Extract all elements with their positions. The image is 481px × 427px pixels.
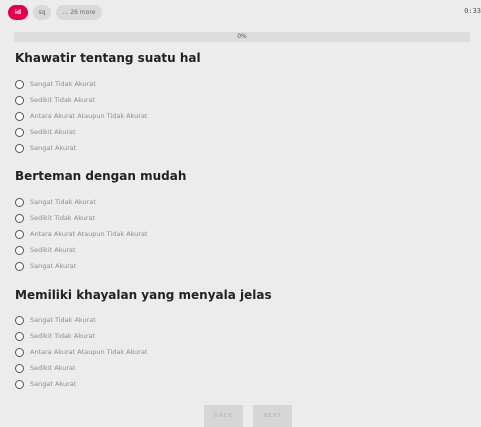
timer: 0:33 [464,7,481,15]
radio-button[interactable] [15,127,24,137]
option-label: Sangat Akurat [30,262,77,270]
option-label: Sedikit Tidak Akurat [30,214,96,222]
language-pill-id[interactable]: id [8,5,28,20]
option-label: Sedikit Akurat [30,246,76,254]
progress-bar: 0% [14,32,470,42]
question-title-3: Memiliki khayalan yang menyala jelas [15,288,272,302]
progress-label: 0% [237,33,247,40]
radio-button[interactable] [15,261,24,271]
language-pill-sq[interactable]: sq [33,5,51,20]
option-label: Sangat Akurat [30,144,77,152]
q2-option-5[interactable]: Sangat Akurat [15,260,76,272]
q2-option-2[interactable]: Sedikit Tidak Akurat [15,212,95,224]
question-title-2: Berteman dengan mudah [15,169,187,183]
back-button[interactable]: BACK [204,405,243,427]
q1-option-2[interactable]: Sedikit Tidak Akurat [15,94,95,106]
radio-button[interactable] [15,79,24,89]
option-label: Sedikit Tidak Akurat [30,332,96,340]
radio-button[interactable] [15,331,24,341]
option-label: Sangat Tidak Akurat [30,316,96,324]
radio-button[interactable] [15,95,24,105]
radio-button[interactable] [15,229,24,239]
option-label: Antara Akurat Ataupun Tidak Akurat [30,348,148,356]
q3-option-5[interactable]: Sangat Akurat [15,378,76,390]
radio-button[interactable] [15,111,24,121]
q1-option-1[interactable]: Sangat Tidak Akurat [15,78,96,90]
option-label: Antara Akurat Ataupun Tidak Akurat [30,112,148,120]
radio-button[interactable] [15,363,24,373]
top-bar: id sq ... 26 more 0:33 [0,0,481,26]
next-button[interactable]: NEXT [253,405,292,427]
radio-button[interactable] [15,379,24,389]
q3-option-4[interactable]: Sedikit Akurat [15,362,76,374]
q1-option-3[interactable]: Antara Akurat Ataupun Tidak Akurat [15,110,148,122]
option-label: Sangat Tidak Akurat [30,198,96,206]
option-label: Sedikit Akurat [30,128,76,136]
q2-option-4[interactable]: Sedikit Akurat [15,244,76,256]
radio-button[interactable] [15,143,24,153]
radio-button[interactable] [15,347,24,357]
q2-option-3[interactable]: Antara Akurat Ataupun Tidak Akurat [15,228,148,240]
option-label: Sangat Akurat [30,380,77,388]
radio-button[interactable] [15,315,24,325]
option-label: Sedikit Tidak Akurat [30,96,96,104]
q1-option-4[interactable]: Sedikit Akurat [15,126,76,138]
question-title-1: Khawatir tentang suatu hal [15,51,201,65]
q2-option-1[interactable]: Sangat Tidak Akurat [15,196,96,208]
q1-option-5[interactable]: Sangat Akurat [15,142,76,154]
radio-button[interactable] [15,213,24,223]
more-languages-pill[interactable]: ... 26 more [56,5,102,20]
q3-option-3[interactable]: Antara Akurat Ataupun Tidak Akurat [15,346,148,358]
q3-option-2[interactable]: Sedikit Tidak Akurat [15,330,95,342]
q3-option-1[interactable]: Sangat Tidak Akurat [15,314,96,326]
option-label: Sedikit Akurat [30,364,76,372]
radio-button[interactable] [15,245,24,255]
radio-button[interactable] [15,197,24,207]
option-label: Sangat Tidak Akurat [30,80,96,88]
option-label: Antara Akurat Ataupun Tidak Akurat [30,230,148,238]
